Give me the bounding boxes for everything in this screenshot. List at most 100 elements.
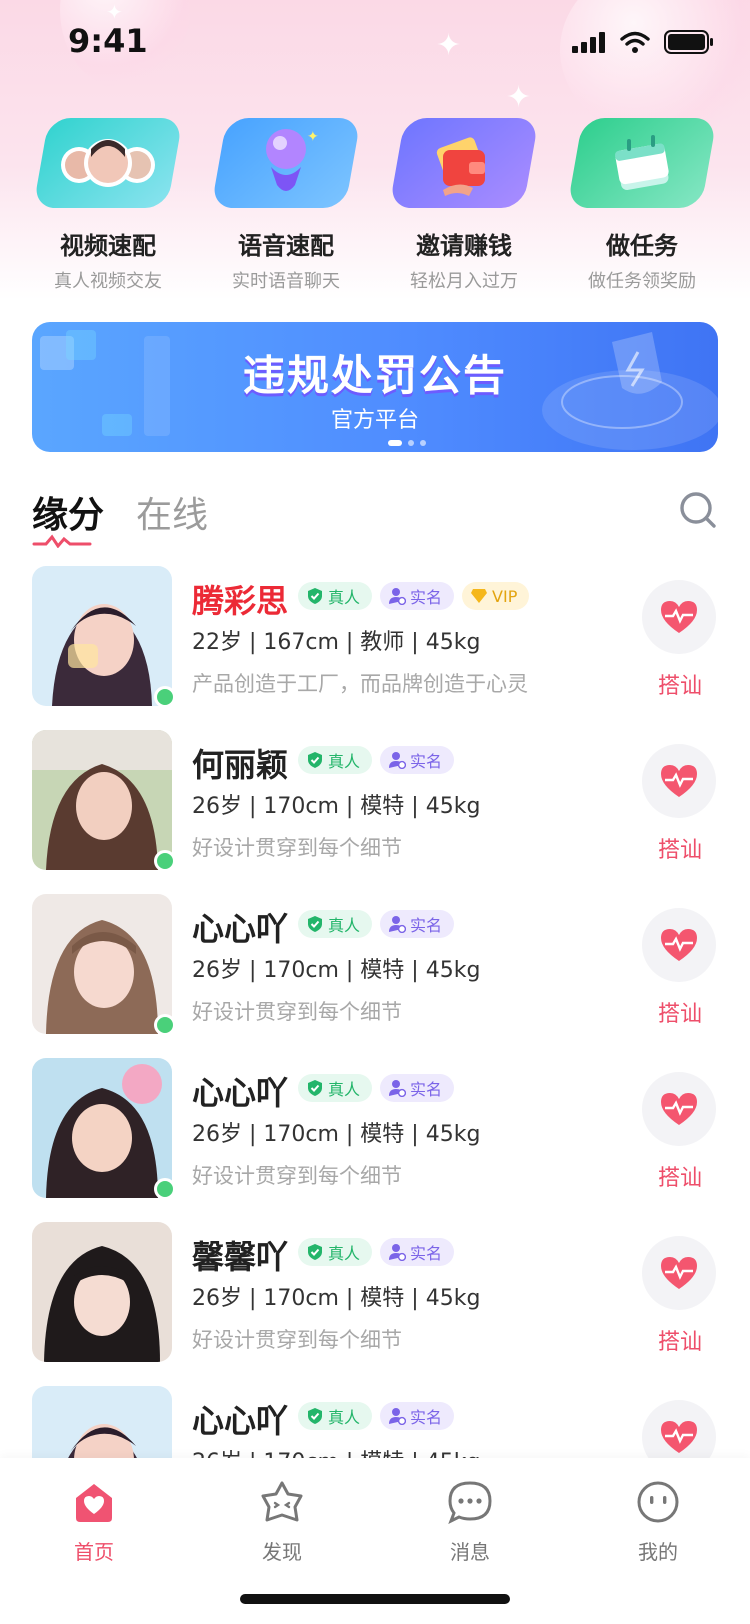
carousel-dot: [408, 440, 414, 446]
real-person-badge: 真人: [298, 1402, 373, 1430]
action-label: 搭讪: [657, 674, 702, 699]
quick-title: 邀请赚钱: [416, 232, 512, 260]
status-bar: 9:41: [0, 0, 750, 88]
video-match-icon: [61, 139, 155, 187]
voice-match-card: ✦: [211, 118, 361, 208]
carousel-dot: [388, 440, 402, 446]
nav-label: 首页: [74, 1540, 114, 1564]
nav-label: 发现: [262, 1540, 302, 1564]
chat-up-button[interactable]: 搭讪: [642, 580, 718, 700]
online-indicator: [154, 686, 176, 708]
badge-label: 实名: [410, 1244, 443, 1263]
badge-label: 真人: [328, 1244, 361, 1263]
signal-icon: [572, 32, 605, 53]
list-item[interactable]: 何丽颖 真人 实名 26岁 | 170cm | 模特 | 45kg 好设计贯穿到…: [0, 730, 750, 872]
real-person-badge: 真人: [298, 1238, 373, 1266]
shield-check-icon: [308, 1408, 322, 1424]
search-icon[interactable]: [678, 490, 718, 530]
avatar[interactable]: [32, 1058, 172, 1198]
profile-icon: [637, 1481, 679, 1523]
nav-home[interactable]: 首页: [34, 1480, 154, 1565]
chat-up-button[interactable]: 搭讪: [642, 908, 718, 1028]
online-indicator: [154, 1014, 176, 1036]
badges: 真人 实名: [298, 910, 455, 938]
user-bio: 产品创造于工厂，而品牌创造于心灵: [192, 672, 528, 696]
badge-label: 实名: [410, 916, 443, 935]
microphone-icon: ✦: [266, 129, 319, 191]
svg-text:✦: ✦: [307, 129, 319, 145]
verified-badge: 实名: [380, 582, 455, 610]
quick-voice-match[interactable]: ✦ 语音速配 实时语音聊天: [198, 118, 374, 293]
user-name: 心心吖: [192, 1074, 289, 1112]
online-indicator: [154, 1178, 176, 1200]
user-check-icon: [389, 1408, 407, 1425]
invite-earn-card: [389, 118, 539, 208]
battery-icon: [664, 30, 713, 54]
quick-video-match[interactable]: 视频速配 真人视频交友: [20, 118, 196, 293]
user-bio: 好设计贯穿到每个细节: [192, 1328, 402, 1352]
vip-badge: VIP: [462, 582, 530, 610]
nav-profile[interactable]: 我的: [598, 1480, 718, 1565]
quick-title: 语音速配: [238, 232, 334, 260]
home-icon: [76, 1484, 112, 1522]
heart-pulse-icon: [661, 1421, 697, 1453]
video-match-card: [33, 118, 183, 208]
nav-label: 我的: [638, 1540, 678, 1564]
heart-circle: [642, 1236, 716, 1310]
shield-check-icon: [308, 588, 322, 604]
carousel-indicator: [388, 440, 426, 446]
real-person-badge: 真人: [298, 1074, 373, 1102]
badge-label: 实名: [410, 752, 443, 771]
list-item[interactable]: 腾彩思 真人 实名 VIP 22岁 | 167cm | 教师 | 45kg 产品…: [0, 566, 750, 708]
nav-discover[interactable]: 发现: [222, 1480, 342, 1565]
message-icon: [448, 1481, 492, 1525]
tab-label: 缘分: [32, 495, 105, 536]
list-item[interactable]: 心心吖 真人 实名 26岁 | 170cm | 模特 | 45kg 好设计贯穿到…: [0, 894, 750, 1036]
avatar[interactable]: [32, 566, 172, 706]
user-stats: 26岁 | 170cm | 模特 | 45kg: [192, 958, 481, 983]
chat-up-button[interactable]: 搭讪: [642, 1072, 718, 1192]
online-indicator: [154, 850, 176, 872]
verified-badge: 实名: [380, 1238, 455, 1266]
heart-pulse-icon: [661, 765, 697, 797]
announcement-banner[interactable]: 违规处罚公告 官方平台: [32, 322, 718, 452]
action-label: 搭讪: [657, 838, 702, 863]
avatar[interactable]: [32, 1222, 172, 1362]
user-stats: 26岁 | 170cm | 模特 | 45kg: [192, 1286, 481, 1311]
nav-messages[interactable]: 消息: [410, 1480, 530, 1565]
banner-subtitle: 官方平台: [330, 408, 419, 433]
chat-up-button[interactable]: 搭讪: [642, 1236, 718, 1356]
action-label: 搭讪: [657, 1166, 702, 1191]
badge-label: 真人: [328, 752, 361, 771]
quick-tasks[interactable]: 做任务 做任务领奖励: [554, 118, 730, 293]
avatar[interactable]: [32, 730, 172, 870]
list-item[interactable]: 馨馨吖 真人 实名 26岁 | 170cm | 模特 | 45kg 好设计贯穿到…: [0, 1222, 750, 1362]
user-bio: 好设计贯穿到每个细节: [192, 1000, 402, 1024]
quick-subtitle: 做任务领奖励: [588, 271, 696, 292]
real-person-badge: 真人: [298, 746, 373, 774]
chat-up-button[interactable]: 搭讪: [642, 744, 718, 864]
quick-title: 做任务: [606, 232, 678, 260]
badge-label: VIP: [492, 586, 518, 606]
tab-online[interactable]: 在线: [136, 486, 208, 538]
user-check-icon: [389, 752, 407, 769]
shield-check-icon: [308, 1244, 322, 1260]
wifi-icon: [620, 31, 650, 53]
shield-check-icon: [308, 752, 322, 768]
shield-check-icon: [308, 1080, 322, 1096]
badges: 真人 实名: [298, 746, 455, 774]
tasks-card: [567, 118, 717, 208]
user-name: 何丽颖: [192, 746, 289, 784]
user-bio: 好设计贯穿到每个细节: [192, 836, 402, 860]
quick-subtitle: 真人视频交友: [54, 271, 162, 292]
calendar-icon: [615, 135, 669, 190]
tab-fate[interactable]: 缘分: [32, 486, 105, 548]
badge-label: 真人: [328, 1408, 361, 1427]
avatar[interactable]: [32, 894, 172, 1034]
status-time: 9:41: [68, 22, 148, 60]
quick-invite-earn[interactable]: 邀请赚钱 轻松月入过万: [376, 118, 552, 293]
list-item[interactable]: 心心吖 真人 实名 26岁 | 170cm | 模特 | 45kg 好设计贯穿到…: [0, 1058, 750, 1200]
quick-subtitle: 轻松月入过万: [410, 271, 518, 292]
user-name: 心心吖: [192, 1402, 289, 1440]
status-icons: [572, 30, 714, 54]
